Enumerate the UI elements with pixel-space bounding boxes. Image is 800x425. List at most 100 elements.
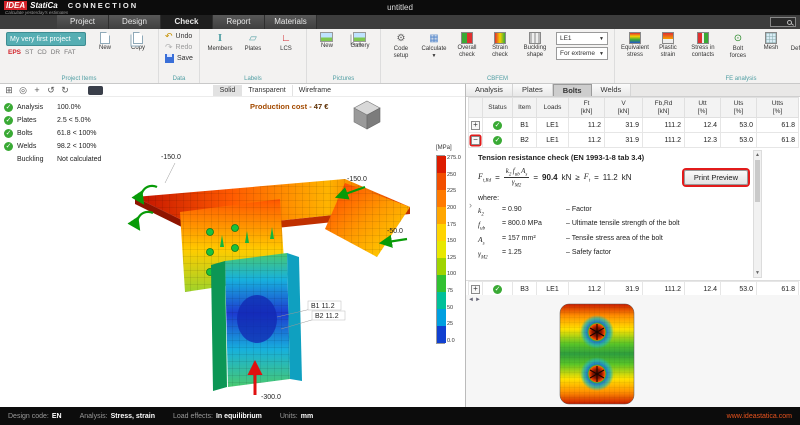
tab-bolts[interactable]: Bolts (553, 84, 592, 96)
group-label-cbfem: CBFEM (381, 76, 614, 82)
save-button[interactable]: Save (165, 54, 193, 63)
gear-icon: ⚙ (394, 32, 407, 45)
check-ok-icon: ✓ (4, 129, 13, 138)
fem-model-3d[interactable]: -150.0 -150.0 -50.0 B1 11.2 B2 11.2 -300… (15, 137, 435, 402)
check-detail: Tension resistance check (EN 1993-1-8 ta… (466, 148, 800, 281)
tab-materials[interactable]: Materials (265, 15, 317, 29)
labels-plates-toggle[interactable]: ▱ Plates (239, 32, 267, 73)
group-data: ↶ Undo ↷ Redo Save Data (159, 29, 200, 83)
load-label: -50.0 (387, 228, 403, 235)
scroll-down-icon[interactable]: ▼ (755, 270, 760, 276)
col-status: Status (483, 98, 513, 118)
deformed-button[interactable]: ▨ Deformed (790, 32, 800, 73)
fit-view-button[interactable]: ⊞ (2, 85, 16, 96)
extreme-dropdown[interactable]: For extreme ▼ (556, 47, 608, 60)
expand-row-button[interactable]: + (471, 121, 480, 130)
new-project-item-button[interactable]: New (91, 32, 119, 73)
overall-check-button[interactable]: Overall check (453, 32, 481, 73)
table-row[interactable]: − ✓ B2 LE1 11.2 31.9 111.2 12.3 53.0 61.… (469, 133, 799, 148)
bolt-forces-button[interactable]: ⊙ Bolt forces (724, 32, 752, 73)
detail-scrollbar[interactable]: ▲ ▼ (753, 150, 762, 278)
mode-st[interactable]: ST (25, 49, 33, 56)
production-cost: Production cost - 47 € (250, 102, 328, 111)
design-code-status: Design code: EN (8, 413, 62, 420)
tab-report[interactable]: Report (213, 15, 265, 29)
rotate-left-button[interactable]: ↺ (44, 85, 58, 96)
table-row[interactable]: + ✓ B1 LE1 11.2 31.9 111.2 12.4 53.0 61.… (469, 118, 799, 133)
stress-contacts-icon (697, 32, 709, 44)
buckling-shape-icon (529, 32, 541, 44)
tab-analysis[interactable]: Analysis (466, 84, 513, 96)
equivalent-stress-button[interactable]: Equivalent stress (621, 32, 649, 73)
table-header-row: Status Item Loads Ft[kN] V[kN] Fb,Rd[kN]… (469, 98, 799, 118)
strain-check-button[interactable]: Strain check (486, 32, 514, 73)
viewport-canvas[interactable]: -150.0 -150.0 -50.0 B1 11.2 B2 11.2 -300… (0, 97, 465, 407)
tab-design[interactable]: Design (109, 15, 161, 29)
load-effects-status: Load effects: In equilibrium (173, 413, 262, 420)
labels-members-toggle[interactable]: I Members (206, 32, 234, 73)
mode-cd[interactable]: CD (37, 49, 46, 56)
scrollbar-thumb[interactable] (755, 160, 760, 202)
stress-color-scale: [MPa] 275.0 250 225 200 175 150 125 (436, 145, 464, 344)
group-label-pictures: Pictures (307, 76, 380, 82)
check-ok-icon: ✓ (4, 103, 13, 112)
gallery-button[interactable]: Gallery (346, 32, 374, 73)
col-ft: Ft[kN] (569, 98, 605, 118)
tab-welds[interactable]: Welds (592, 84, 632, 96)
redo-icon: ↷ (165, 43, 173, 52)
buckling-shape-button[interactable]: Buckling shape (519, 32, 551, 73)
mesh-button[interactable]: Mesh (757, 32, 785, 73)
tab-project[interactable]: Project (57, 15, 109, 29)
plastic-strain-icon (662, 32, 674, 44)
view-cube[interactable] (352, 99, 382, 130)
mode-dr[interactable]: DR (51, 49, 60, 56)
group-label-labels: Labels (200, 76, 306, 82)
render-mode-switch: Solid Transparent Wireframe (213, 85, 337, 96)
tab-plates[interactable]: Plates (513, 84, 553, 96)
redo-button[interactable]: ↷ Redo (165, 43, 193, 52)
code-setup-button[interactable]: ⚙ Code setup (387, 32, 415, 73)
ribbon: My very first project ▼ EPS ST CD DR FAT… (0, 29, 800, 84)
render-mode-transparent[interactable]: Transparent (241, 85, 291, 96)
labels-lcs-toggle[interactable]: ∟ LCS (272, 32, 300, 73)
search-box[interactable] (770, 17, 796, 27)
mode-eps[interactable]: EPS (8, 49, 21, 56)
scroll-up-icon[interactable]: ▲ (755, 152, 760, 158)
zoom-button[interactable]: ◎ (16, 85, 30, 96)
mode-fat[interactable]: FAT (64, 49, 75, 56)
search-icon (787, 20, 792, 25)
stress-in-contacts-button[interactable]: Stress in contacts (687, 32, 719, 73)
status-ok-icon: ✓ (493, 121, 502, 130)
check-ok-icon: ✓ (4, 116, 13, 125)
comment-balloon-button[interactable] (88, 86, 103, 95)
undo-button[interactable]: ↶ Undo (165, 32, 193, 41)
definition-row: As = 157 mm² – Tensile stress area of th… (478, 235, 740, 247)
group-cbfem: ⚙ Code setup ▦ Calculate ▼ Overall check… (381, 29, 615, 83)
calculate-button[interactable]: ▦ Calculate ▼ (420, 32, 448, 73)
splitter-right-icon[interactable]: ► (475, 297, 481, 303)
definition-row: fub = 800.0 MPa – Ultimate tensile stren… (478, 220, 740, 232)
splitter-left-icon[interactable]: ◄ (468, 297, 474, 303)
group-fe-analysis: Equivalent stress Plastic strain Stress … (615, 29, 800, 83)
pan-button[interactable]: + (30, 85, 44, 96)
render-mode-solid[interactable]: Solid (213, 85, 242, 96)
bolt-contour-plot (554, 302, 640, 406)
new-picture-button[interactable]: New (313, 32, 341, 73)
plastic-strain-button[interactable]: Plastic strain (654, 32, 682, 73)
save-icon (165, 54, 174, 63)
col-utts: Utts[%] (757, 98, 799, 118)
copy-pages-icon (133, 32, 143, 44)
expand-row-button[interactable]: + (471, 285, 480, 294)
project-selector-dropdown[interactable]: My very first project ▼ (6, 32, 86, 46)
chevron-right-icon[interactable]: › (469, 200, 472, 210)
website-link[interactable]: www.ideastatica.com (727, 413, 792, 420)
tab-check[interactable]: Check (161, 15, 213, 29)
render-mode-wireframe[interactable]: Wireframe (292, 85, 337, 96)
collapse-row-button[interactable]: − (471, 136, 480, 145)
copy-project-item-button[interactable]: Copy (124, 32, 152, 73)
splitter-arrows[interactable]: ◄ ► (468, 297, 481, 303)
load-case-dropdown[interactable]: LE1 ▼ (556, 32, 608, 45)
new-page-icon (100, 32, 110, 44)
rotate-right-button[interactable]: ↻ (58, 85, 72, 96)
print-preview-button[interactable]: Print Preview (684, 170, 748, 185)
